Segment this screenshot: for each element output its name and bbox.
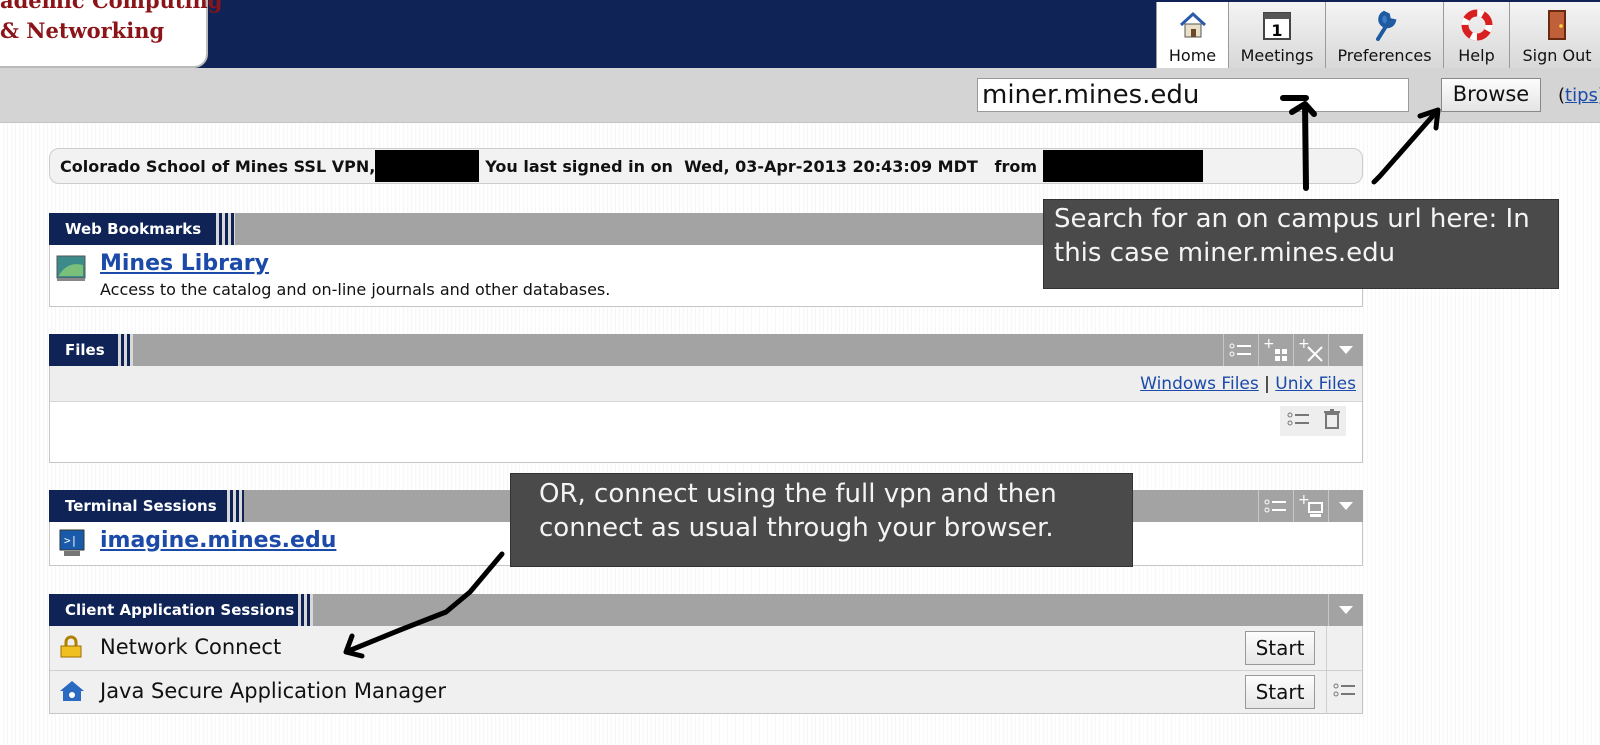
tips-open-paren: ( — [1558, 85, 1566, 106]
svg-text:>|: >| — [64, 534, 77, 547]
browse-bar: miner.mines.edu Browse (tips) — [0, 68, 1600, 123]
header-stripes — [213, 213, 235, 245]
list-view-icon[interactable] — [1223, 334, 1258, 366]
nav-help-label: Help — [1458, 46, 1495, 65]
welcome-bar: Colorado School of Mines SSL VPN, You la… — [49, 148, 1363, 184]
mines-library-description: Access to the catalog and on-line journa… — [100, 280, 611, 299]
svg-text:+: + — [1298, 337, 1310, 352]
terminal-header-icons: + — [1258, 490, 1363, 522]
client-app-sessions-header: Client Application Sessions — [49, 594, 1363, 626]
main-nav: Home 1 Meetings Preferences Help Sign Ou… — [1156, 2, 1600, 68]
nav-sign-out-label: Sign Out — [1522, 46, 1592, 65]
files-links-bar: Windows Files | Unix Files — [50, 366, 1362, 402]
list-view-icon[interactable] — [1287, 411, 1311, 431]
terminal-sessions-title: Terminal Sessions — [49, 490, 233, 522]
jsam-label: Java Secure Application Manager — [100, 679, 446, 703]
unix-files-link[interactable]: Unix Files — [1275, 374, 1356, 394]
network-connect-label: Network Connect — [100, 635, 282, 659]
nav-meetings-label: Meetings — [1240, 46, 1314, 65]
jsam-start-button[interactable]: Start — [1245, 675, 1315, 709]
list-view-icon[interactable] — [1258, 490, 1293, 522]
lock-icon — [58, 635, 84, 663]
column-divider — [1326, 626, 1327, 670]
nav-sign-out[interactable]: Sign Out — [1509, 2, 1600, 68]
header-stripes — [115, 334, 133, 366]
list-view-icon[interactable] — [1333, 682, 1357, 702]
acn-logo: ademic Computing & Networking — [0, 0, 222, 68]
jsam-icon — [58, 679, 86, 707]
calendar-icon: 1 — [1261, 8, 1293, 42]
imagine-session-link[interactable]: imagine.mines.edu — [100, 528, 336, 553]
lifebuoy-icon — [1461, 8, 1493, 42]
url-input[interactable]: miner.mines.edu — [977, 78, 1409, 112]
trash-icon[interactable] — [1323, 409, 1340, 433]
add-session-icon[interactable]: + — [1293, 490, 1328, 522]
search-annotation: Search for an on campus url here: In thi… — [1043, 199, 1559, 289]
add-share-icon[interactable]: + — [1293, 334, 1328, 366]
windows-files-link[interactable]: Windows Files — [1140, 374, 1259, 394]
collapse-arrow-icon[interactable] — [1328, 594, 1363, 626]
web-bookmark-icon — [56, 253, 86, 287]
wrench-icon — [1370, 8, 1400, 42]
column-divider — [1326, 670, 1327, 714]
files-body: Windows Files | Unix Files — [49, 366, 1363, 463]
client-app-sessions-title: Client Application Sessions — [49, 594, 311, 626]
files-link-separator: | — [1264, 374, 1270, 394]
add-item-icon[interactable]: + — [1258, 334, 1293, 366]
header-stripes — [295, 594, 313, 626]
nav-home[interactable]: Home — [1156, 2, 1228, 68]
svg-text:+: + — [1263, 337, 1275, 352]
tips-link[interactable]: tips — [1565, 85, 1598, 106]
door-icon — [1545, 8, 1569, 42]
top-banner: ademic Computing & Networking Home 1 Mee… — [0, 0, 1600, 68]
collapse-arrow-icon[interactable] — [1328, 490, 1363, 522]
terminal-icon: >| — [58, 528, 86, 562]
vpn-annotation: OR, connect using the full vpn and then … — [510, 473, 1133, 567]
files-header: Files + + — [49, 334, 1363, 366]
client-header-icons — [1328, 594, 1363, 626]
nav-preferences-label: Preferences — [1337, 46, 1432, 65]
nav-meetings[interactable]: 1 Meetings — [1228, 2, 1325, 68]
tips-help: (tips) — [1558, 85, 1600, 106]
files-title: Files — [49, 334, 121, 366]
nav-preferences[interactable]: Preferences — [1325, 2, 1443, 68]
logo-line-2: & Networking — [0, 18, 165, 43]
home-icon — [1178, 8, 1208, 42]
welcome-prefix: Colorado School of Mines SSL VPN, — [60, 156, 376, 176]
nav-help[interactable]: Help — [1443, 2, 1509, 68]
browse-button[interactable]: Browse — [1441, 78, 1541, 112]
files-row-actions — [1280, 406, 1346, 436]
nav-home-label: Home — [1168, 46, 1217, 65]
files-links: Windows Files | Unix Files — [1140, 374, 1356, 394]
collapse-arrow-icon[interactable] — [1328, 334, 1363, 366]
logo-line-1: ademic Computing — [0, 0, 223, 13]
client-app-sessions-body: Network Connect Start Java Secure Applic… — [49, 626, 1363, 714]
header-stripes — [224, 490, 244, 522]
list-item: Java Secure Application Manager Start — [50, 670, 1362, 714]
network-connect-start-button[interactable]: Start — [1245, 631, 1315, 665]
last-signin-text: You last signed in on Wed, 03-Apr-2013 2… — [485, 156, 1037, 176]
redacted-ip — [1043, 150, 1203, 182]
mines-library-link[interactable]: Mines Library — [100, 251, 269, 276]
list-item: Network Connect Start — [50, 626, 1362, 671]
web-bookmarks-title: Web Bookmarks — [49, 213, 218, 245]
files-header-icons: + + — [1223, 334, 1363, 366]
redacted-username — [375, 150, 480, 182]
svg-text:1: 1 — [1271, 21, 1282, 40]
svg-text:+: + — [1298, 493, 1310, 508]
